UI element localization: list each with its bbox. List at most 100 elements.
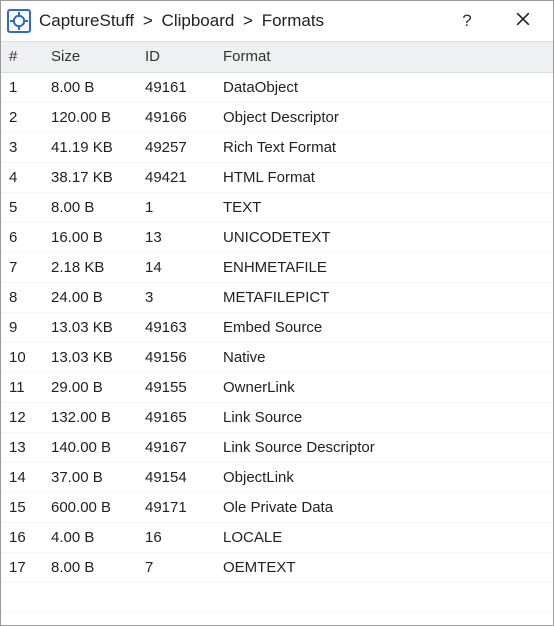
table-row-empty [1, 582, 553, 612]
cell-size: 13.03 KB [43, 312, 137, 342]
titlebar: CaptureStuff > Clipboard > Formats ? [1, 1, 553, 41]
app-icon [7, 9, 31, 33]
cell-size: 24.00 B [43, 282, 137, 312]
cell-format: DataObject [215, 72, 553, 102]
cell-format: Object Descriptor [215, 102, 553, 132]
cell-index: 14 [1, 462, 43, 492]
table-row[interactable]: 164.00 B16LOCALE [1, 522, 553, 552]
cell-format: HTML Format [215, 162, 553, 192]
cell-id: 16 [137, 522, 215, 552]
cell-id: 49165 [137, 402, 215, 432]
cell-index: 10 [1, 342, 43, 372]
table-row[interactable]: 1013.03 KB49156Native [1, 342, 553, 372]
cell-size: 41.19 KB [43, 132, 137, 162]
cell-index: 8 [1, 282, 43, 312]
cell-format: LOCALE [215, 522, 553, 552]
col-header-size[interactable]: Size [43, 42, 137, 72]
table-row[interactable]: 913.03 KB49163Embed Source [1, 312, 553, 342]
table-row[interactable]: 18.00 B49161DataObject [1, 72, 553, 102]
cell-index: 9 [1, 312, 43, 342]
cell-index: 4 [1, 162, 43, 192]
cell-index: 2 [1, 102, 43, 132]
cell-index: 17 [1, 552, 43, 582]
table-row[interactable]: 824.00 B3METAFILEPICT [1, 282, 553, 312]
breadcrumb-part[interactable]: CaptureStuff [39, 11, 134, 30]
cell-id: 49154 [137, 462, 215, 492]
col-header-id[interactable]: ID [137, 42, 215, 72]
cell-index: 3 [1, 132, 43, 162]
cell-format: TEXT [215, 192, 553, 222]
table-row[interactable]: 13140.00 B49167Link Source Descriptor [1, 432, 553, 462]
cell-size: 2.18 KB [43, 252, 137, 282]
cell-index: 16 [1, 522, 43, 552]
cell-index: 5 [1, 192, 43, 222]
breadcrumb: CaptureStuff > Clipboard > Formats [39, 11, 453, 31]
col-header-format[interactable]: Format [215, 42, 553, 72]
table-row-empty [1, 612, 553, 625]
titlebar-actions: ? [453, 7, 547, 35]
cell-size: 13.03 KB [43, 342, 137, 372]
cell-index: 7 [1, 252, 43, 282]
breadcrumb-part[interactable]: Formats [262, 11, 324, 30]
cell-format: METAFILEPICT [215, 282, 553, 312]
cell-format: ENHMETAFILE [215, 252, 553, 282]
cell-id: 49155 [137, 372, 215, 402]
table-row[interactable]: 341.19 KB49257Rich Text Format [1, 132, 553, 162]
cell-format: ObjectLink [215, 462, 553, 492]
help-button[interactable]: ? [453, 7, 481, 35]
cell-size: 37.00 B [43, 462, 137, 492]
cell-format: Link Source Descriptor [215, 432, 553, 462]
cell-id: 1 [137, 192, 215, 222]
cell-id: 13 [137, 222, 215, 252]
formats-table-container[interactable]: # Size ID Format 18.00 B49161DataObject2… [1, 41, 553, 625]
cell-id: 3 [137, 282, 215, 312]
table-header-row: # Size ID Format [1, 42, 553, 72]
cell-index: 15 [1, 492, 43, 522]
cell-size: 4.00 B [43, 522, 137, 552]
cell-format: Native [215, 342, 553, 372]
table-row[interactable]: 178.00 B7OEMTEXT [1, 552, 553, 582]
cell-format: OEMTEXT [215, 552, 553, 582]
cell-id: 14 [137, 252, 215, 282]
table-row[interactable]: 438.17 KB49421HTML Format [1, 162, 553, 192]
breadcrumb-part[interactable]: Clipboard [162, 11, 235, 30]
cell-id: 49421 [137, 162, 215, 192]
table-row[interactable]: 12132.00 B49165Link Source [1, 402, 553, 432]
cell-size: 140.00 B [43, 432, 137, 462]
cell-index: 12 [1, 402, 43, 432]
cell-size: 132.00 B [43, 402, 137, 432]
cell-id: 49171 [137, 492, 215, 522]
cell-index: 11 [1, 372, 43, 402]
col-header-index[interactable]: # [1, 42, 43, 72]
table-row[interactable]: 1129.00 B49155OwnerLink [1, 372, 553, 402]
cell-size: 38.17 KB [43, 162, 137, 192]
cell-size: 600.00 B [43, 492, 137, 522]
breadcrumb-sep: > [143, 11, 153, 30]
cell-id: 49166 [137, 102, 215, 132]
cell-format: Embed Source [215, 312, 553, 342]
cell-size: 29.00 B [43, 372, 137, 402]
cell-size: 8.00 B [43, 552, 137, 582]
cell-id: 49156 [137, 342, 215, 372]
help-icon: ? [462, 11, 471, 31]
cell-size: 120.00 B [43, 102, 137, 132]
cell-format: Ole Private Data [215, 492, 553, 522]
cell-size: 8.00 B [43, 72, 137, 102]
table-row[interactable]: 15600.00 B49171Ole Private Data [1, 492, 553, 522]
cell-id: 49161 [137, 72, 215, 102]
table-row[interactable]: 616.00 B13UNICODETEXT [1, 222, 553, 252]
table-row[interactable]: 58.00 B1TEXT [1, 192, 553, 222]
cell-size: 8.00 B [43, 192, 137, 222]
cell-index: 13 [1, 432, 43, 462]
table-row[interactable]: 72.18 KB14ENHMETAFILE [1, 252, 553, 282]
cell-index: 1 [1, 72, 43, 102]
table-row[interactable]: 1437.00 B49154ObjectLink [1, 462, 553, 492]
breadcrumb-sep: > [243, 11, 253, 30]
cell-id: 49257 [137, 132, 215, 162]
cell-format: Link Source [215, 402, 553, 432]
cell-id: 49163 [137, 312, 215, 342]
table-row[interactable]: 2120.00 B49166Object Descriptor [1, 102, 553, 132]
cell-index: 6 [1, 222, 43, 252]
close-button[interactable] [509, 7, 537, 35]
cell-id: 49167 [137, 432, 215, 462]
